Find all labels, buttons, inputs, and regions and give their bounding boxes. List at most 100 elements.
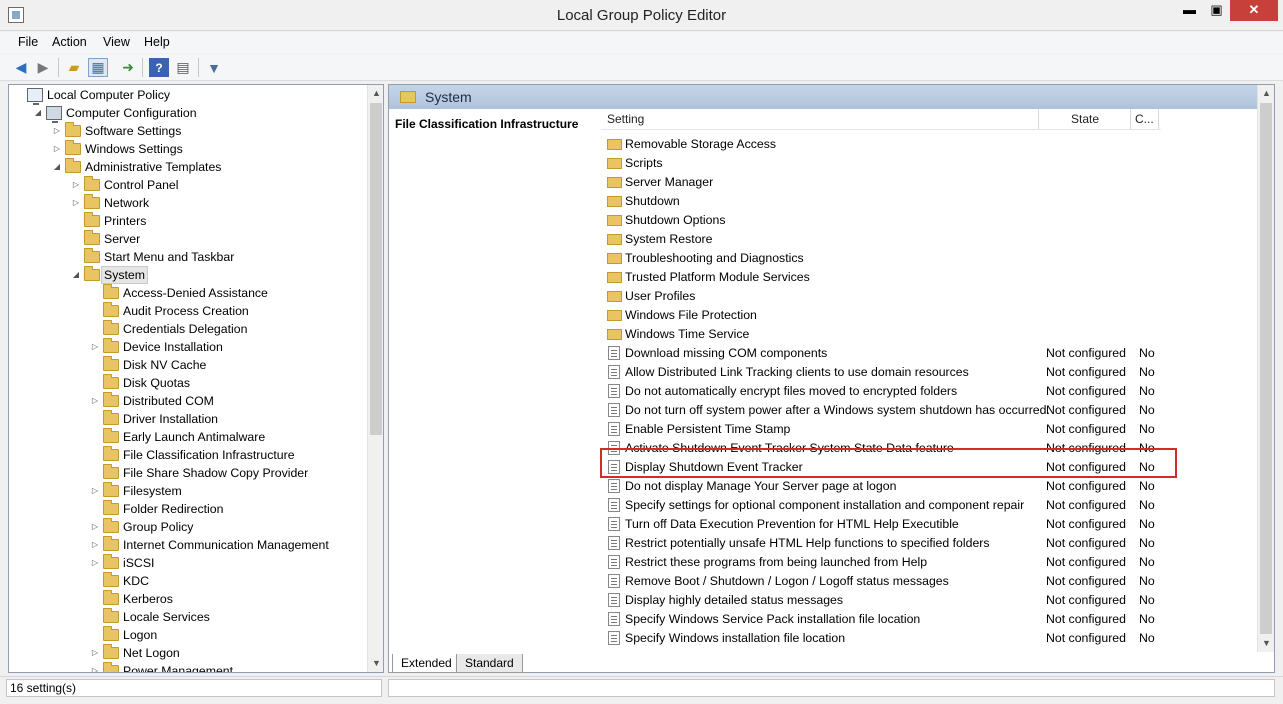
tree-item[interactable]: Server — [9, 230, 365, 248]
filter-icon[interactable]: ▼ — [204, 58, 224, 77]
policy-row[interactable]: Specify Windows installation file locati… — [601, 629, 1261, 648]
collapsed-arrow-icon[interactable]: ▷ — [90, 554, 100, 572]
tree-scrollbar[interactable]: ▲ ▼ — [367, 85, 383, 672]
folder-row[interactable]: Troubleshooting and Diagnostics — [601, 249, 1261, 268]
scroll-down-icon[interactable]: ▼ — [368, 655, 383, 672]
column-state[interactable]: State — [1047, 109, 1131, 129]
up-folder-icon[interactable]: ▰ — [64, 58, 84, 77]
collapsed-arrow-icon[interactable]: ▷ — [71, 194, 81, 212]
tree-item[interactable]: ▷ Group Policy — [9, 518, 365, 536]
tree-item[interactable]: Early Launch Antimalware — [9, 428, 365, 446]
folder-row[interactable]: Removable Storage Access — [601, 135, 1261, 154]
tree-item[interactable]: ▷ Device Installation — [9, 338, 365, 356]
collapsed-arrow-icon[interactable]: ▷ — [90, 644, 100, 662]
scroll-up-icon[interactable]: ▲ — [368, 85, 383, 102]
tree-item[interactable]: ◢ Computer Configuration — [9, 104, 365, 123]
folder-row[interactable]: Shutdown — [601, 192, 1261, 211]
policy-row[interactable]: Remove Boot / Shutdown / Logon / Logoff … — [601, 572, 1261, 591]
folder-row[interactable]: User Profiles — [601, 287, 1261, 306]
policy-row[interactable]: Do not turn off system power after a Win… — [601, 401, 1261, 420]
tree-item[interactable]: Driver Installation — [9, 410, 365, 428]
tree-item[interactable]: Audit Process Creation — [9, 302, 365, 320]
tree-item[interactable]: ▷ Software Settings — [9, 122, 365, 140]
scroll-thumb[interactable] — [1260, 103, 1272, 634]
maximize-button[interactable]: ▣ — [1203, 0, 1230, 21]
menu-file[interactable]: File — [18, 35, 38, 49]
minimize-button[interactable]: ▬ — [1176, 0, 1203, 21]
tree-item[interactable]: Printers — [9, 212, 365, 230]
tree-item[interactable]: Credentials Delegation — [9, 320, 365, 338]
tree-item[interactable]: ▷ Net Logon — [9, 644, 365, 662]
tree-item[interactable]: Start Menu and Taskbar — [9, 248, 365, 266]
folder-row[interactable]: Windows Time Service — [601, 325, 1261, 344]
tree-item[interactable]: Locale Services — [9, 608, 365, 626]
close-button[interactable]: ✕ — [1230, 0, 1278, 21]
policy-row[interactable]: Display highly detailed status messages N… — [601, 591, 1261, 610]
tree-item[interactable]: Logon — [9, 626, 365, 644]
help-icon[interactable]: ? — [149, 58, 169, 77]
menu-action[interactable]: Action — [52, 35, 87, 49]
forward-icon[interactable]: ▶ — [33, 58, 53, 77]
column-comment[interactable]: C... — [1133, 109, 1159, 129]
tree-item[interactable]: ▷ Network — [9, 194, 365, 212]
tree-item[interactable]: ▷ Filesystem — [9, 482, 365, 500]
tree-pane[interactable]: Local Computer Policy ◢ Computer Configura… — [8, 84, 384, 673]
scroll-thumb[interactable] — [370, 103, 382, 435]
tree-item[interactable]: ▷ Power Management — [9, 662, 365, 672]
tree-item[interactable]: Access-Denied Assistance — [9, 284, 365, 302]
folder-row[interactable]: Trusted Platform Module Services — [601, 268, 1261, 287]
expanded-arrow-icon[interactable]: ◢ — [71, 266, 81, 284]
policy-row[interactable]: Specify settings for optional component … — [601, 496, 1261, 515]
scroll-up-icon[interactable]: ▲ — [1258, 85, 1274, 102]
policy-row[interactable]: Turn off Data Execution Prevention for H… — [601, 515, 1261, 534]
scroll-down-icon[interactable]: ▼ — [1258, 635, 1274, 652]
policy-row[interactable]: Download missing COM components Not confi… — [601, 344, 1261, 363]
show-hide-tree-icon[interactable]: ▦ — [88, 58, 108, 77]
folder-row[interactable]: System Restore — [601, 230, 1261, 249]
folder-row[interactable]: Scripts — [601, 154, 1261, 173]
tree-item[interactable]: Kerberos — [9, 590, 365, 608]
collapsed-arrow-icon[interactable]: ▷ — [52, 122, 62, 140]
expanded-arrow-icon[interactable]: ◢ — [52, 158, 62, 176]
folder-row[interactable]: Windows File Protection — [601, 306, 1261, 325]
settings-list[interactable]: Setting State C... Removable Storage Acc… — [601, 109, 1261, 652]
menu-view[interactable]: View — [103, 35, 130, 49]
collapsed-arrow-icon[interactable]: ▷ — [90, 392, 100, 410]
policy-row[interactable]: Do not display Manage Your Server page a… — [601, 477, 1261, 496]
tree-item[interactable]: ▷ Control Panel — [9, 176, 365, 194]
tree-item[interactable]: ▷ Internet Communication Management — [9, 536, 365, 554]
expanded-arrow-icon[interactable]: ◢ — [33, 104, 43, 122]
column-setting[interactable]: Setting — [607, 109, 1039, 129]
policy-row[interactable]: Restrict potentially unsafe HTML Help fu… — [601, 534, 1261, 553]
menu-help[interactable]: Help — [144, 35, 170, 49]
policy-row[interactable]: Allow Distributed Link Tracking clients … — [601, 363, 1261, 382]
back-icon[interactable]: ◀ — [11, 58, 31, 77]
tree-item[interactable]: ▷ Windows Settings — [9, 140, 365, 158]
collapsed-arrow-icon[interactable]: ▷ — [90, 338, 100, 356]
tree-item[interactable]: ▷ iSCSI — [9, 554, 365, 572]
tab-standard[interactable]: Standard — [456, 654, 523, 673]
export-list-icon[interactable]: ➜ — [118, 58, 138, 77]
properties-view-icon[interactable]: ▤ — [173, 58, 193, 77]
folder-row[interactable]: Shutdown Options — [601, 211, 1261, 230]
details-scrollbar[interactable]: ▲ ▼ — [1257, 85, 1274, 652]
tree-item[interactable]: File Classification Infrastructure — [9, 446, 365, 464]
tree-item[interactable]: File Share Shadow Copy Provider — [9, 464, 365, 482]
collapsed-arrow-icon[interactable]: ▷ — [90, 536, 100, 554]
collapsed-arrow-icon[interactable]: ▷ — [90, 482, 100, 500]
tab-extended[interactable]: Extended — [392, 654, 461, 673]
tree-item[interactable]: Disk NV Cache — [9, 356, 365, 374]
policy-row[interactable]: Enable Persistent Time Stamp Not configur… — [601, 420, 1261, 439]
collapsed-arrow-icon[interactable]: ▷ — [90, 662, 100, 672]
policy-row[interactable]: Specify Windows Service Pack installatio… — [601, 610, 1261, 629]
collapsed-arrow-icon[interactable]: ▷ — [90, 518, 100, 536]
tree-item[interactable]: ◢ Administrative Templates — [9, 158, 365, 176]
tree-item[interactable]: ▷ Distributed COM — [9, 392, 365, 410]
tree-item[interactable]: ◢ System — [9, 266, 365, 284]
policy-row[interactable]: Restrict these programs from being launc… — [601, 553, 1261, 572]
tree-item[interactable]: KDC — [9, 572, 365, 590]
tree-item[interactable]: Local Computer Policy — [9, 86, 365, 105]
tree-item[interactable]: Disk Quotas — [9, 374, 365, 392]
policy-row[interactable]: Do not automatically encrypt files moved… — [601, 382, 1261, 401]
collapsed-arrow-icon[interactable]: ▷ — [52, 140, 62, 158]
